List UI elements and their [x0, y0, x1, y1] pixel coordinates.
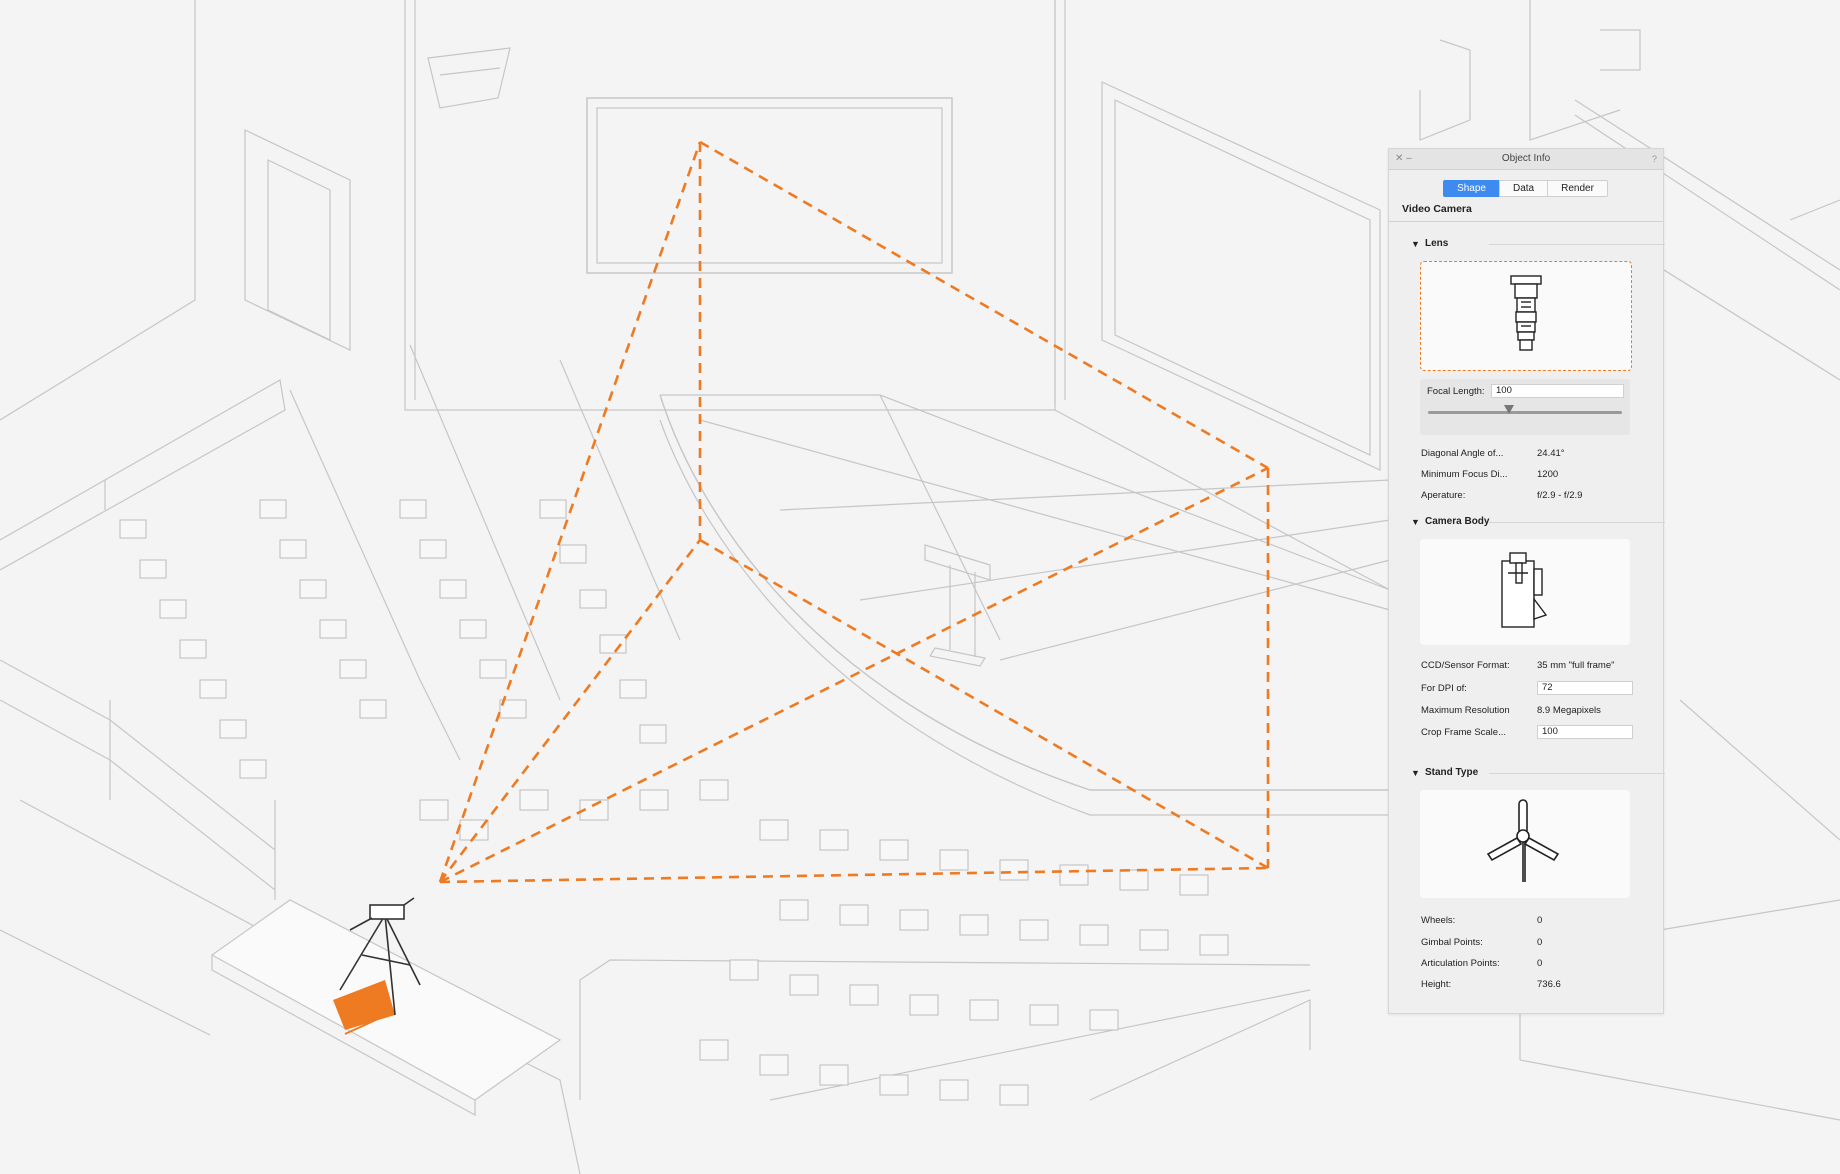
tripod-icon [1486, 799, 1560, 882]
camera-body-row: Maximum Resolution 8.9 Megapixels [1421, 704, 1641, 718]
focal-length-row: Focal Length: 100 [1427, 384, 1647, 399]
tab-shape[interactable]: Shape [1443, 180, 1500, 197]
focal-length-control: Focal Length: 100 [1420, 379, 1630, 435]
height-value: 736.6 [1537, 979, 1561, 990]
camera-body-row: Crop Frame Scale... 100 [1421, 725, 1641, 740]
object-type-label: Video Camera [1402, 203, 1472, 215]
divider [1489, 522, 1665, 523]
dpi-input[interactable]: 72 [1537, 681, 1633, 695]
gimbal-points-value: 0 [1537, 937, 1543, 948]
lens-icon [1510, 275, 1542, 351]
divider [1489, 773, 1665, 774]
height-label: Height: [1421, 979, 1452, 990]
max-resolution-label: Maximum Resolution [1421, 705, 1510, 716]
min-focus-label: Minimum Focus Di... [1421, 469, 1508, 480]
lens-section-header[interactable]: ▼ Lens [1389, 237, 1665, 251]
camera-body-row: For DPI of: 72 [1421, 681, 1641, 696]
camera-body-header-label: Camera Body [1425, 516, 1490, 527]
tab-bar: Shape Data Render [1389, 180, 1663, 197]
lens-row: Diagonal Angle of... 24.41° [1421, 447, 1641, 461]
max-resolution-value: 8.9 Megapixels [1537, 705, 1601, 716]
lens-row: Aperature: f/2.9 - f/2.9 [1421, 489, 1641, 503]
palette-titlebar[interactable]: ✕ – Object Info ? [1389, 149, 1663, 170]
diagonal-angle-label: Diagonal Angle of... [1421, 448, 1504, 459]
lens-section: ▼ Lens [1389, 237, 1665, 251]
sensor-format-value: 35 mm "full frame" [1537, 660, 1615, 671]
sensor-format-label: CCD/Sensor Format: [1421, 660, 1510, 671]
articulation-points-value: 0 [1537, 958, 1543, 969]
tab-render[interactable]: Render [1547, 180, 1608, 197]
aperture-value: f/2.9 - f/2.9 [1537, 490, 1583, 501]
triangle-down-icon[interactable]: ▼ [1411, 766, 1420, 780]
camera-body-icon [1501, 552, 1548, 628]
camera-body-section: ▼ Camera Body [1389, 515, 1665, 529]
stand-row: Height: 736.6 [1421, 978, 1641, 992]
divider [1489, 244, 1665, 245]
focal-length-input[interactable]: 100 [1491, 384, 1624, 398]
min-focus-value: 1200 [1537, 469, 1559, 480]
lens-row: Minimum Focus Di... 1200 [1421, 468, 1641, 482]
wheels-value: 0 [1537, 915, 1543, 926]
slider-handle[interactable] [1504, 405, 1515, 414]
triangle-down-icon[interactable]: ▼ [1411, 515, 1420, 529]
dpi-label: For DPI of: [1421, 683, 1467, 694]
lens-header-label: Lens [1425, 238, 1449, 249]
camera-body-row: CCD/Sensor Format: 35 mm "full frame" [1421, 659, 1641, 673]
articulation-points-label: Articulation Points: [1421, 958, 1500, 969]
camera-body-preview[interactable] [1420, 539, 1630, 645]
close-icon[interactable]: ✕ – [1395, 149, 1412, 169]
stand-type-preview[interactable] [1420, 790, 1630, 898]
palette-title: Object Info [1501, 153, 1551, 164]
diagonal-angle-value: 24.41° [1537, 448, 1565, 459]
tab-data[interactable]: Data [1498, 180, 1549, 197]
object-info-palette: ✕ – Object Info ? Shape Data Render Vide… [1388, 148, 1665, 1014]
stand-type-section: ▼ Stand Type [1389, 766, 1665, 780]
triangle-down-icon[interactable]: ▼ [1411, 237, 1420, 251]
stand-row: Wheels: 0 [1421, 914, 1641, 928]
stand-type-header-label: Stand Type [1425, 767, 1479, 778]
camera-body-section-header[interactable]: ▼ Camera Body [1389, 515, 1665, 529]
crop-frame-input[interactable]: 100 [1537, 725, 1633, 739]
focal-length-slider[interactable] [1428, 411, 1622, 414]
wheels-label: Wheels: [1421, 915, 1456, 926]
aperture-label: Aperature: [1421, 490, 1466, 501]
stand-row: Gimbal Points: 0 [1421, 936, 1641, 950]
divider [1389, 221, 1663, 222]
stand-row: Articulation Points: 0 [1421, 957, 1641, 971]
lens-preview[interactable] [1420, 261, 1632, 371]
crop-frame-label: Crop Frame Scale... [1421, 727, 1506, 738]
gimbal-points-label: Gimbal Points: [1421, 937, 1483, 948]
stand-type-section-header[interactable]: ▼ Stand Type [1389, 766, 1665, 780]
help-icon[interactable]: ? [1652, 149, 1657, 169]
